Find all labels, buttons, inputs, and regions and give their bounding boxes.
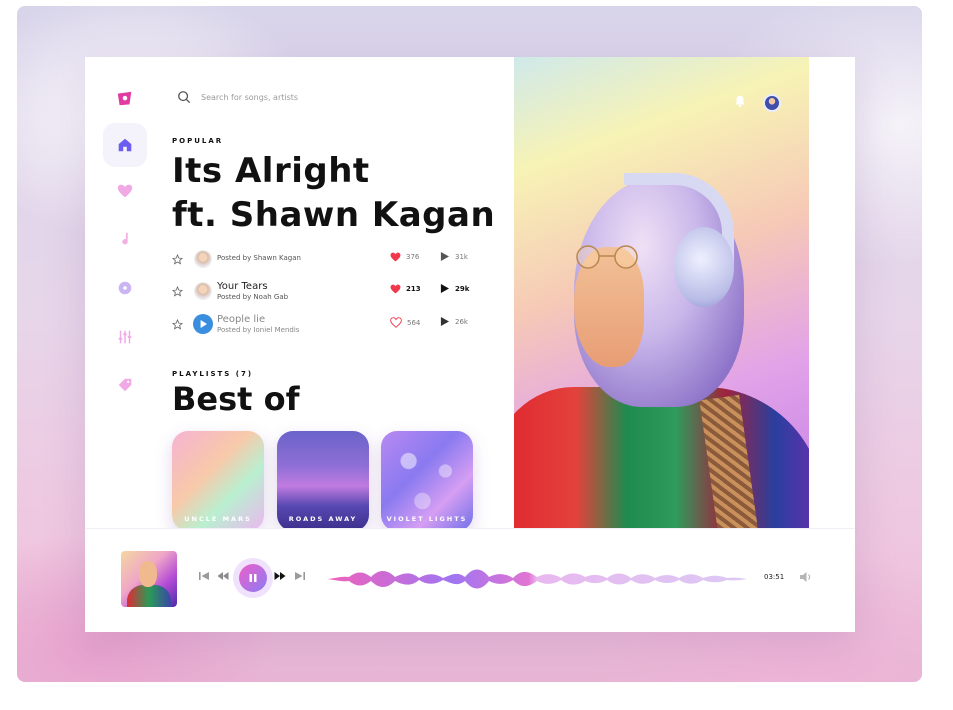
home-icon xyxy=(118,138,132,152)
sidebar xyxy=(85,57,165,527)
star-icon[interactable] xyxy=(172,319,183,330)
skip-previous-button[interactable] xyxy=(197,569,211,583)
bell-icon[interactable] xyxy=(733,94,747,108)
skip-next-button[interactable] xyxy=(293,569,307,583)
sidebar-item-favorites[interactable] xyxy=(113,179,137,203)
playlist-tile[interactable]: UNCLE MARS xyxy=(172,431,264,531)
track-row[interactable]: People lie Posted by Ioniel Mendis 564 2… xyxy=(172,314,492,336)
sidebar-item-music[interactable] xyxy=(113,227,137,251)
sidebar-item-albums[interactable] xyxy=(113,276,137,300)
like-count-value: 376 xyxy=(406,253,420,261)
heart-icon xyxy=(390,252,401,262)
playlist-label: VIOLET LIGHTS xyxy=(386,515,468,523)
pause-button[interactable] xyxy=(239,564,267,592)
play-icon xyxy=(440,252,449,261)
search-icon xyxy=(178,91,191,104)
app-window: POPULAR Its Alright ft. Shawn Kagan Post… xyxy=(85,57,855,632)
track-posted-by: Posted by Ioniel Mendis xyxy=(217,326,300,334)
play-icon xyxy=(200,320,207,328)
album-art-figure-face xyxy=(139,561,157,587)
play-icon xyxy=(440,284,449,293)
star-icon[interactable] xyxy=(172,254,183,265)
track-row[interactable]: Posted by Shawn Kagan 376 31k xyxy=(172,249,492,271)
hero-image xyxy=(514,57,809,528)
waveform-seek-bar[interactable] xyxy=(327,561,747,597)
like-count[interactable]: 213 xyxy=(390,284,421,294)
heart-outline-icon xyxy=(390,317,402,328)
music-note-icon xyxy=(122,232,128,245)
pause-icon xyxy=(249,574,257,582)
playlists-title: Best of xyxy=(172,380,300,418)
title-line-2: ft. Shawn Kagan xyxy=(172,195,496,235)
fast-forward-button[interactable] xyxy=(273,569,287,583)
popular-eyebrow: POPULAR xyxy=(172,137,224,145)
avatar[interactable] xyxy=(763,94,781,112)
title-line-1: Its Alright xyxy=(172,151,370,191)
playlists-eyebrow: PLAYLISTS (7) xyxy=(172,370,254,378)
rewind-button[interactable] xyxy=(216,569,230,583)
play-count[interactable]: 29k xyxy=(440,284,469,293)
track-row[interactable]: Your Tears Posted by Noah Gab 213 29k xyxy=(172,281,492,303)
avatar xyxy=(194,250,212,268)
heart-icon xyxy=(117,184,133,198)
playlist-tile[interactable]: VIOLET LIGHTS xyxy=(381,431,473,531)
play-icon xyxy=(440,317,449,326)
disc-icon xyxy=(118,281,132,295)
track-posted-by: Posted by Shawn Kagan xyxy=(217,254,301,262)
skip-previous-icon xyxy=(199,572,209,580)
play-count[interactable]: 31k xyxy=(440,252,468,261)
sidebar-item-home[interactable] xyxy=(113,133,137,157)
search-input[interactable] xyxy=(201,92,421,102)
album-art[interactable] xyxy=(121,551,177,607)
like-count[interactable]: 376 xyxy=(390,252,419,262)
play-count-value: 31k xyxy=(455,252,468,261)
track-posted-by: Posted by Noah Gab xyxy=(217,293,289,301)
playlist-label: ROADS AWAY xyxy=(288,515,358,523)
waveform-shape xyxy=(327,569,747,589)
like-count-value: 564 xyxy=(407,318,421,327)
star-icon[interactable] xyxy=(172,286,183,297)
tag-icon xyxy=(118,378,132,392)
avatar xyxy=(194,282,212,300)
skip-next-icon xyxy=(295,572,305,580)
track-name[interactable]: Your Tears xyxy=(217,281,268,292)
play-count[interactable]: 26k xyxy=(440,317,468,326)
like-count-value: 213 xyxy=(406,285,421,293)
page-title: Its Alright ft. Shawn Kagan xyxy=(172,149,495,237)
hero-jacket xyxy=(514,387,809,528)
rewind-icon xyxy=(217,572,229,580)
fast-forward-icon xyxy=(274,572,286,580)
search-bar[interactable] xyxy=(177,87,457,107)
player-bar: 03:51 xyxy=(85,528,855,632)
hero-headphone xyxy=(674,227,734,307)
equalizer-icon xyxy=(118,330,132,344)
playlist-label: UNCLE MARS xyxy=(184,515,252,523)
like-count[interactable]: 564 xyxy=(390,317,420,328)
heart-icon xyxy=(390,284,401,294)
play-count-value: 26k xyxy=(455,317,468,326)
album-art-figure-body xyxy=(127,585,171,607)
logo-icon[interactable] xyxy=(113,87,137,111)
track-name[interactable]: People lie xyxy=(217,314,265,325)
play-count-value: 29k xyxy=(455,284,470,293)
sidebar-item-tags[interactable] xyxy=(113,373,137,397)
play-button[interactable] xyxy=(193,314,213,334)
track-time: 03:51 xyxy=(764,573,785,581)
playlist-tile[interactable]: ROADS AWAY xyxy=(277,431,369,531)
volume-icon[interactable] xyxy=(798,570,812,584)
sidebar-item-equalizer[interactable] xyxy=(113,325,137,349)
